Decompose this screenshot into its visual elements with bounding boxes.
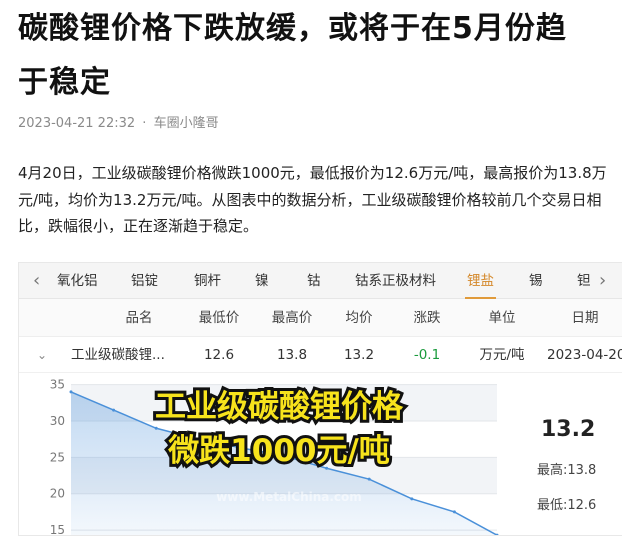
tab-aluminum-oxide[interactable]: 氧化铝 [57,263,98,299]
header-unit: 单位 [488,310,516,326]
price-point [154,426,158,430]
category-tabs: ‹ 氧化铝 铝锭 铜杆 镍 钴 钴系正极材料 锂盐 锡 钽 › [19,263,622,299]
expand-chevron-icon[interactable]: ⌄ [37,337,47,373]
tab-cobalt-cathode[interactable]: 钴系正极材料 [355,263,436,299]
price-point [452,510,456,514]
price-summary: 13.2 最高:13.8 最低:12.6 [519,375,622,535]
tabs-next-arrow-icon[interactable]: › [599,263,606,299]
header-date: 日期 [571,310,599,326]
tab-tantalum[interactable]: 钽 [577,263,591,299]
y-tick-label: 25 [50,450,65,464]
row-unit: 万元/吨 [479,347,525,363]
tab-nickel[interactable]: 镍 [255,263,269,299]
header-low: 最低价 [198,310,240,326]
price-point [239,446,243,450]
row-low: 12.6 [203,347,235,363]
article-paragraph: 4月20日，工业级碳酸锂价格微跌1000元，最低报价为12.6万元/吨，最高报价… [18,164,607,235]
header-avg: 均价 [345,310,373,326]
y-tick-label: 15 [50,523,65,536]
price-point [197,437,201,441]
grid-band [71,384,497,421]
header-change: 涨跌 [413,310,441,326]
tab-aluminum-ingot[interactable]: 铝锭 [131,263,158,299]
table-header: 品名 最低价 最高价 均价 涨跌 单位 日期 [19,299,622,337]
article-title-line1: 碳酸锂价格下跌放缓，或将于在5月份趋 [18,11,567,46]
price-widget: ‹ 氧化铝 铝锭 铜杆 镍 钴 钴系正极材料 锂盐 锡 钽 › 品名 最低价 最… [18,262,622,536]
price-point [410,497,414,501]
table-row[interactable]: ⌄ 工业级碳酸锂... 12.6 13.8 13.2 -0.1 万元/吨 202… [19,337,622,373]
author-name[interactable]: 车圈小隆哥 [154,116,219,131]
row-name[interactable]: 工业级碳酸锂... [71,337,169,373]
row-high: 13.8 [276,347,308,363]
tab-tin[interactable]: 锡 [529,263,543,299]
tab-copper-rod[interactable]: 铜杆 [194,263,221,299]
y-tick-label: 20 [50,487,65,501]
row-avg: 13.2 [343,347,375,363]
article-meta: 2023-04-21 22:32 · 车圈小隆哥 [18,112,219,131]
tabs-prev-arrow-icon[interactable]: ‹ [33,263,40,299]
summary-low: 最低:12.6 [537,498,597,513]
price-point [282,454,286,458]
y-tick-label: 30 [50,414,65,428]
tab-cobalt[interactable]: 钴 [307,263,321,299]
tab-lithium-salt[interactable]: 锂盐 [465,263,496,299]
row-change: -0.1 [413,347,441,363]
price-point [367,477,371,481]
article-title: 碳酸锂价格下跌放缓，或将于在5月份趋 于稳定 [18,2,628,110]
price-point [69,390,73,394]
meta-separator: · [142,116,147,131]
row-date: 2023-04-20 [547,347,622,363]
price-point [325,466,329,470]
y-tick-label: 35 [50,378,65,392]
article-title-line2: 于稳定 [18,65,111,100]
price-point [112,408,116,412]
header-high: 最高价 [271,310,313,326]
summary-high: 最高:13.8 [537,463,597,478]
summary-avg: 13.2 [541,417,596,442]
header-name: 品名 [125,310,153,326]
publish-date: 2023-04-21 22:32 [18,116,136,131]
